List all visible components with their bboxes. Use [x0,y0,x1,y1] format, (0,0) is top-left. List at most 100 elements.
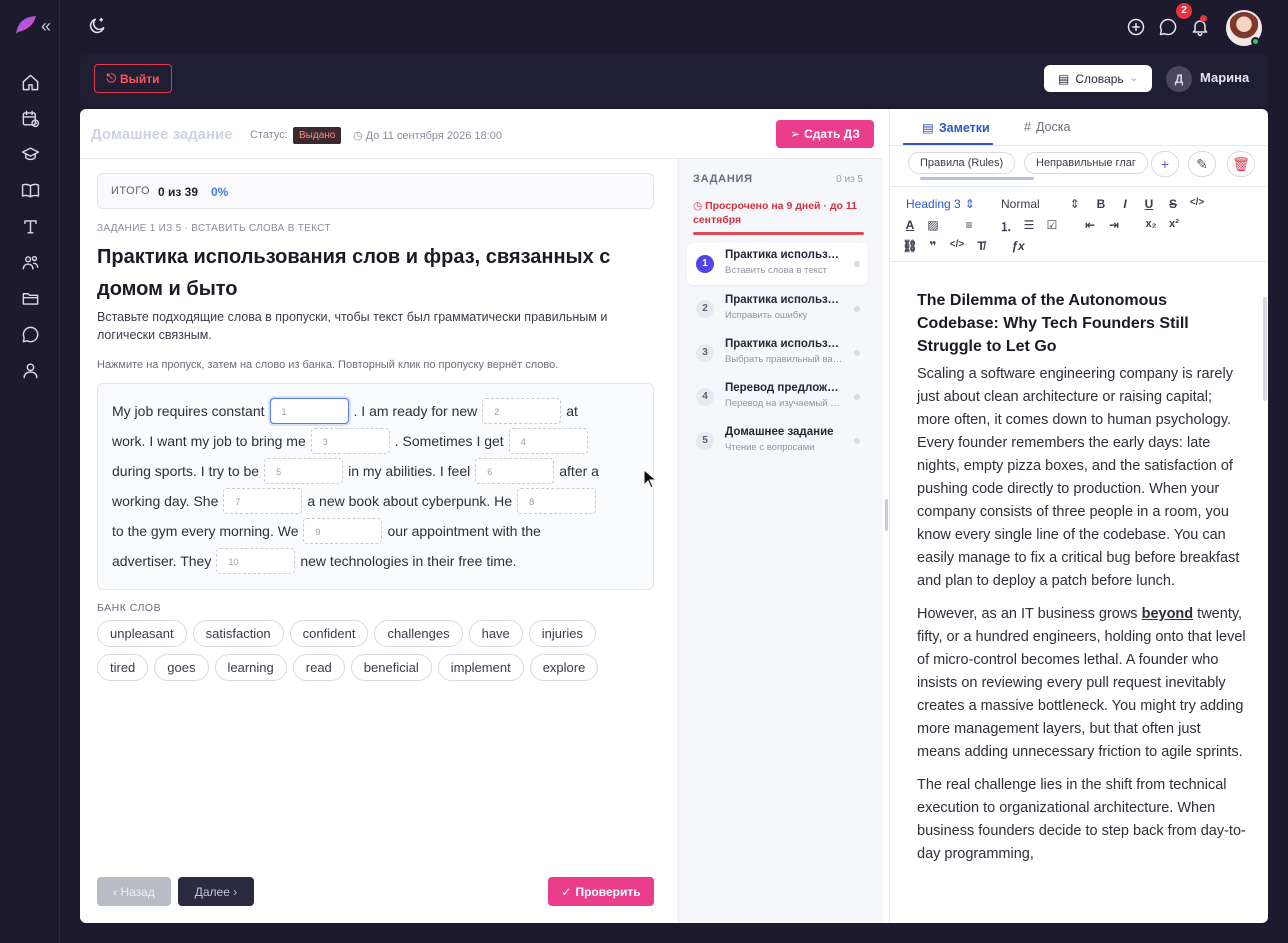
blank-slot[interactable]: 10 [216,548,296,574]
quote-icon[interactable]: ❞ [925,239,941,253]
superscript-icon[interactable]: x² [1166,218,1182,230]
word-chip[interactable]: injuries [528,620,596,647]
blank-slot[interactable]: 8 [517,488,597,514]
task-list-item[interactable]: 2 Практика использования слов Исправить … [687,288,868,330]
theme-toggle-icon[interactable] [87,16,107,36]
folder-icon[interactable] [0,280,60,316]
text-fragment: in my abilities. I feel [348,463,471,479]
word-chip[interactable]: have [468,620,523,647]
dictionary-button[interactable]: ▤ Словарь ⌄ [1044,65,1152,92]
dictionary-label: Словарь [1075,71,1124,86]
profile-icon[interactable] [0,352,60,388]
note-pill-rules[interactable]: Правила (Rules) [908,152,1016,174]
text-line: advertiser. They 10 new technologies in … [112,548,517,574]
checklist-icon[interactable]: ☑ [1044,218,1060,232]
total-label: ИТОГО [111,185,151,197]
code-block-icon[interactable]: </> [949,239,965,250]
plus-icon: + [1160,156,1170,172]
blank-slot[interactable]: 3 [310,428,390,454]
bold-icon[interactable]: B [1093,197,1109,211]
task-list-item[interactable]: 5 Домашнее задание Чтение с вопросами [687,420,868,462]
task-status-dot [854,438,860,444]
clear-format-icon[interactable]: T̸ [973,239,989,253]
due-date-text: До 11 сентября 2026 18:00 [365,130,502,142]
messages-icon[interactable] [1158,17,1178,37]
outdent-icon[interactable]: ⇤ [1082,218,1098,232]
collapse-sidebar-icon[interactable]: « [41,14,51,38]
underline-icon[interactable]: U [1141,197,1157,211]
word-chip[interactable]: tired [97,654,149,681]
tab-board[interactable]: # Доска [1024,120,1070,134]
word-chip[interactable]: satisfaction [192,620,284,647]
text-fragment: . I am ready for new [353,403,478,419]
action-bar: ⎋ Выйти ▤ Словарь ⌄ Д Марина [80,54,1268,106]
blank-slot[interactable]: 5 [264,458,344,484]
home-icon[interactable] [0,64,60,100]
blank-slot[interactable]: 2 [482,398,562,424]
book-icon[interactable] [0,172,60,208]
blank-slot[interactable]: 1 [269,398,349,424]
heading-select[interactable]: Heading 3 ⇕ [906,197,975,211]
word-chip[interactable]: unpleasant [97,620,187,647]
word-chip[interactable]: implement [437,654,524,681]
pills-scrollbar[interactable] [920,177,1034,180]
note-pill-irregular-verbs[interactable]: Неправильные глаг [1024,152,1148,174]
word-chip[interactable]: read [292,654,345,681]
select-arrows-icon: ⇕ [1069,197,1080,211]
note-document[interactable]: The Dilemma of the Autonomous Codebase: … [917,289,1247,876]
indent-icon[interactable]: ⇥ [1106,218,1122,232]
strikethrough-icon[interactable]: S [1165,197,1181,211]
formula-icon[interactable]: ƒx [1010,239,1026,253]
typography-icon[interactable] [0,208,60,244]
text-color-icon[interactable]: A [902,218,918,232]
students-icon[interactable] [0,244,60,280]
app-logo[interactable] [14,14,38,38]
task-item-subtitle: Перевод на изучаемый язык [725,398,843,409]
graduation-cap-icon[interactable] [0,136,60,172]
paragraph-text: However, as an IT business grows [917,606,1142,622]
subscript-icon[interactable]: x₂ [1143,218,1159,230]
bullet-list-icon[interactable]: ☰ [1021,218,1037,232]
task-list-item[interactable]: 1 Практика использования слов Вставить с… [687,243,868,285]
status-badge: Выдано [293,127,342,144]
tab-notes[interactable]: ▤ Заметки [922,120,990,136]
highlight-icon[interactable]: ▨ [925,218,941,232]
align-icon[interactable]: ≡ [961,218,977,232]
blank-slot[interactable]: 7 [223,488,303,514]
delete-note-button[interactable]: 🗑 [1227,151,1255,177]
task-list-item[interactable]: 3 Практика использования слов Выбрать пр… [687,332,868,374]
submit-homework-button[interactable]: ➢ Сдать ДЗ [776,120,874,148]
word-chip[interactable]: beneficial [350,654,432,681]
word-chip[interactable]: explore [529,654,599,681]
schedule-icon[interactable] [0,100,60,136]
font-size-select[interactable]: Normal ⇕ [1001,197,1080,211]
panel-resize-handle[interactable] [885,499,888,531]
word-chip[interactable]: confident [289,620,369,647]
logout-button[interactable]: ⎋ Выйти [94,64,172,93]
add-circle-icon[interactable] [1126,17,1146,37]
next-button[interactable]: Далее › [178,877,254,906]
italic-icon[interactable]: I [1117,197,1133,211]
check-button[interactable]: ✓ Проверить [548,877,654,906]
document-scrollbar[interactable] [1263,297,1267,401]
user-name[interactable]: Марина [1200,70,1249,85]
notes-tabs: ▤ Заметки # Доска [890,109,1268,145]
blank-slot[interactable]: 4 [508,428,588,454]
chat-icon[interactable] [0,316,60,352]
code-icon[interactable]: </> [1189,197,1205,208]
text-fragment: after a [559,463,599,479]
ordered-list-icon[interactable]: ⒈ [998,218,1014,235]
task-item-title: Практика использования слов [725,294,843,306]
word-bank-row: unpleasant satisfaction confident challe… [97,620,657,647]
add-note-button[interactable]: + [1151,151,1179,177]
blank-slot[interactable]: 9 [303,518,383,544]
task-list-item[interactable]: 4 Перевод предложений Перевод на изучаем… [687,376,868,418]
link-icon[interactable]: ⛓ [902,239,918,253]
word-chip[interactable]: learning [214,654,287,681]
back-button[interactable]: ‹ Назад [97,877,171,906]
word-chip[interactable]: challenges [374,620,463,647]
user-initial-avatar[interactable]: Д [1166,66,1192,92]
edit-note-button[interactable]: ✎ [1188,151,1216,177]
blank-slot[interactable]: 6 [475,458,555,484]
word-chip[interactable]: goes [154,654,209,681]
